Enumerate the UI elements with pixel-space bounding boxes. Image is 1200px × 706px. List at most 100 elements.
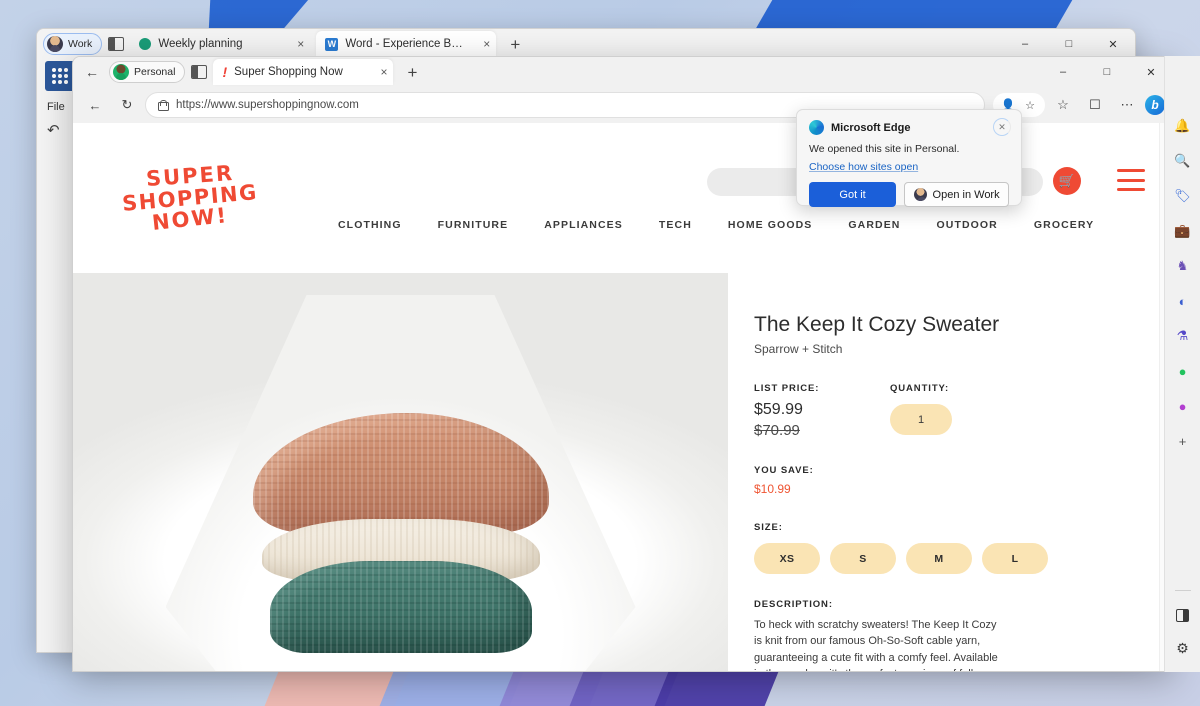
quantity-label: QUANTITY: <box>890 383 950 394</box>
popup-close-icon[interactable]: ✕ <box>993 118 1011 136</box>
sidebar-bottom-group: ⚙ <box>1165 590 1200 658</box>
product-image[interactable] <box>73 273 728 671</box>
size-option-m[interactable]: M <box>906 543 972 574</box>
minimize-button[interactable]: – <box>1003 29 1047 59</box>
back-button[interactable]: ← <box>81 91 109 119</box>
tab-actions-icon[interactable] <box>191 65 208 79</box>
description-text: To heck with scratchy sweaters! The Keep… <box>754 619 998 671</box>
maximize-button[interactable]: □ <box>1085 57 1129 87</box>
edge-tabbar: ← Personal ! Super Shopping Now × + – □ … <box>73 57 1173 87</box>
shopping-cart-icon[interactable]: 🛒 <box>1053 167 1081 195</box>
tab-close-icon[interactable]: × <box>473 38 490 50</box>
window-back-arrow[interactable]: ← <box>81 64 103 80</box>
exclamation-icon: ! <box>222 64 228 80</box>
popup-title: Microsoft Edge <box>831 121 911 134</box>
split-screen-icon[interactable] <box>1176 609 1189 622</box>
tab-word-experience[interactable]: Word - Experience Built for Focus × <box>316 31 497 57</box>
size-label: SIZE: <box>754 522 783 533</box>
popup-message: We opened this site in Personal. <box>809 143 960 155</box>
nav-item-grocery[interactable]: GROCERY <box>1034 219 1094 231</box>
avatar-icon <box>913 188 927 201</box>
add-icon[interactable]: + <box>1173 431 1193 451</box>
nav-item-outdoor[interactable]: OUTDOOR <box>937 219 998 231</box>
nav-item-home-goods[interactable]: HOME GOODS <box>728 219 813 231</box>
quantity-stepper[interactable]: 1 <box>890 404 952 435</box>
popup-header: Microsoft Edge <box>809 120 1009 135</box>
tab-close-icon[interactable]: × <box>287 38 304 50</box>
bing-copilot-icon[interactable]: b <box>1145 95 1165 115</box>
profile-pill-personal[interactable]: Personal <box>109 61 186 83</box>
description-label: DESCRIPTION: <box>754 599 833 610</box>
word-icon <box>325 37 339 51</box>
whatsapp-icon[interactable]: ● <box>1173 361 1193 381</box>
product-title: The Keep It Cozy Sweater <box>754 313 1000 336</box>
size-options: XS S M L <box>754 543 1173 574</box>
tab-close-icon[interactable]: × <box>370 66 387 78</box>
site-logo[interactable]: SUPER SHOPPING NOW! <box>95 161 285 235</box>
nav-item-tech[interactable]: TECH <box>659 219 692 231</box>
minimize-button[interactable]: – <box>1041 57 1085 87</box>
games-icon[interactable]: ♞ <box>1173 256 1193 276</box>
nav-item-garden[interactable]: GARDEN <box>848 219 900 231</box>
tab-weekly-planning[interactable]: Weekly planning × <box>130 31 310 57</box>
size-option-xs[interactable]: XS <box>754 543 820 574</box>
app-icon <box>139 38 152 50</box>
avatar-icon <box>113 64 129 80</box>
tab-label: Super Shopping Now <box>234 66 343 78</box>
site-navigation: CLOTHING FURNITURE APPLIANCES TECH HOME … <box>338 219 1094 231</box>
favorites-badge-icon[interactable]: ☆ <box>1020 95 1040 115</box>
price-quantity-row: LIST PRICE: $59.99 $70.99 QUANTITY: 1 <box>754 383 1173 439</box>
got-it-button[interactable]: Got it <box>809 182 897 207</box>
lock-icon <box>158 99 169 111</box>
refresh-button[interactable]: ↻ <box>113 91 141 119</box>
nav-item-clothing[interactable]: CLOTHING <box>338 219 402 231</box>
sweater-green <box>269 561 532 653</box>
size-option-s[interactable]: S <box>830 543 896 574</box>
edge-logo-icon <box>809 120 824 135</box>
address-bar-url: https://www.supershoppingnow.com <box>176 99 359 111</box>
favorites-list-icon[interactable]: ☆ <box>1049 91 1077 119</box>
close-button[interactable]: ✕ <box>1091 29 1135 59</box>
shopping-tag-icon[interactable]: 🏷 <box>1173 186 1193 206</box>
divider <box>1174 590 1191 591</box>
price-original: $70.99 <box>754 422 800 439</box>
more-options-icon[interactable]: ⋯ <box>1113 91 1141 119</box>
new-tab-button[interactable]: + <box>502 36 528 53</box>
copilot-icon[interactable]: ◐ <box>1173 291 1193 311</box>
product-brand: Sparrow + Stitch <box>754 342 843 356</box>
edge-browser-window[interactable]: ← Personal ! Super Shopping Now × + – □ … <box>72 56 1174 672</box>
tab-super-shopping-now[interactable]: ! Super Shopping Now × <box>213 59 394 85</box>
popup-buttons: Got it Open in Work <box>809 182 1009 207</box>
window-controls-work: – □ ✕ <box>1003 29 1135 59</box>
messenger-icon[interactable]: ● <box>1173 396 1193 416</box>
size-option-l[interactable]: L <box>982 543 1048 574</box>
new-tab-button[interactable]: + <box>399 64 425 81</box>
popup-link-choose-how-sites-open[interactable]: Choose how sites open <box>809 161 1009 173</box>
avatar-icon <box>47 36 63 52</box>
tab-actions-icon[interactable] <box>108 37 125 51</box>
briefcase-icon[interactable]: 💼 <box>1173 221 1193 241</box>
maximize-button[interactable]: □ <box>1047 29 1091 59</box>
profile-label: Personal <box>134 66 176 78</box>
nav-item-furniture[interactable]: FURNITURE <box>438 219 509 231</box>
edge-profile-popup[interactable]: Microsoft Edge ✕ We opened this site in … <box>796 109 1022 207</box>
profile-pill-work[interactable]: Work <box>43 33 103 55</box>
profile-label: Work <box>68 38 93 50</box>
description-block: DESCRIPTION: To heck with scratchy sweat… <box>754 599 1173 671</box>
hamburger-menu-icon[interactable] <box>1117 169 1145 191</box>
drop-icon[interactable]: ⚗ <box>1173 326 1193 346</box>
list-price-label: LIST PRICE: <box>754 383 820 394</box>
savings-block: YOU SAVE: $10.99 <box>754 465 1173 496</box>
quantity-block: QUANTITY: 1 <box>890 383 952 439</box>
size-block: SIZE: XS S M L <box>754 522 1173 574</box>
nav-item-appliances[interactable]: APPLIANCES <box>544 219 623 231</box>
window-controls-personal: – □ ✕ <box>1041 57 1173 87</box>
open-in-work-button[interactable]: Open in Work <box>904 182 1009 207</box>
app-launcher-icon[interactable] <box>45 61 75 91</box>
search-icon[interactable]: 🔍 <box>1173 151 1193 171</box>
notifications-bell-icon[interactable]: 🔔 <box>1173 116 1193 136</box>
collections-icon[interactable]: ☐ <box>1081 91 1109 119</box>
tab-label: Weekly planning <box>158 38 243 50</box>
product-info-panel: The Keep It Cozy Sweater Sparrow + Stitc… <box>728 273 1173 671</box>
settings-gear-icon[interactable]: ⚙ <box>1173 638 1193 658</box>
